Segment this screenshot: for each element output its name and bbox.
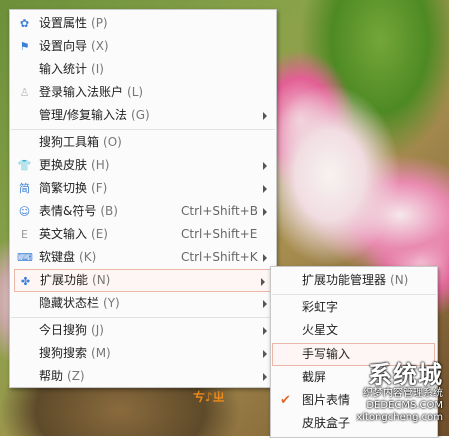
submenu-arrow-icon: [263, 162, 267, 170]
menu-divider: [11, 129, 275, 130]
ime-context-menu: ✿ 设置属性 (P) ⚑ 设置向导 (X) 输入统计 (I) ♙ 登录输入法账户 (L)…: [9, 9, 277, 388]
menu-item-settings[interactable]: ✿ 设置属性 (P): [11, 12, 275, 35]
submenu-arrow-icon: [263, 208, 267, 216]
menu-item-english-input[interactable]: E 英文输入 (E) Ctrl+Shift+E: [11, 223, 275, 246]
menu-item-emoji-symbols[interactable]: ☺ 表情&符号 (B) Ctrl+Shift+B: [11, 200, 275, 223]
submenu-arrow-icon: [263, 373, 267, 381]
decorative-sticker: ㄘ♪ㄓ: [193, 390, 225, 404]
menu-item-soft-keyboard[interactable]: ⌨ 软键盘 (K) Ctrl+Shift+K: [11, 246, 275, 269]
checkmark-icon: ✔: [280, 393, 291, 408]
menu-divider: [11, 317, 275, 318]
submenu-item-rainbow-text[interactable]: 彩虹字: [272, 296, 436, 319]
menu-item-help[interactable]: 帮助 (Z): [11, 365, 275, 388]
submenu-arrow-icon: [263, 327, 267, 335]
menu-item-input-stats[interactable]: 输入统计 (I): [11, 58, 275, 81]
menu-item-today-sogou[interactable]: 今日搜狗 (J): [11, 319, 275, 342]
english-icon: E: [21, 228, 28, 241]
submenu-arrow-icon: [263, 254, 267, 262]
user-icon: ♙: [19, 86, 30, 99]
menu-item-manage-repair[interactable]: 管理/修复输入法 (G): [11, 104, 275, 127]
menu-item-change-skin[interactable]: 👕 更换皮肤 (H): [11, 154, 275, 177]
keyboard-icon: ⌨: [17, 251, 33, 264]
menu-item-extensions[interactable]: ✤ 扩展功能 (N): [14, 269, 274, 292]
flag-icon: ⚑: [19, 40, 30, 53]
submenu-arrow-icon: [263, 300, 267, 308]
smiley-icon: ☺: [18, 205, 31, 218]
site-watermark: 系统城 织梦内容管理系统 DEDECMS.COM xitongcheng.com: [356, 361, 443, 423]
gear-icon: ✿: [19, 17, 30, 30]
submenu-item-martian-text[interactable]: 火星文: [272, 319, 436, 342]
submenu-arrow-icon: [263, 112, 267, 120]
submenu-arrow-icon: [261, 278, 265, 286]
menu-item-sogou-search[interactable]: 搜狗搜索 (M): [11, 342, 275, 365]
menu-item-setup-wizard[interactable]: ⚑ 设置向导 (X): [11, 35, 275, 58]
puzzle-icon: ✤: [20, 275, 31, 288]
menu-item-toolbox[interactable]: 搜狗工具箱 (O): [11, 131, 275, 154]
shirt-icon: 👕: [17, 159, 32, 172]
submenu-arrow-icon: [263, 350, 267, 358]
submenu-item-extension-manager[interactable]: 扩展功能管理器 (N): [272, 269, 436, 292]
menu-divider: [272, 294, 436, 295]
menu-item-simp-trad[interactable]: 简 简繁切换 (F): [11, 177, 275, 200]
jian-fan-icon: 简: [19, 182, 30, 195]
menu-item-login-account[interactable]: ♙ 登录输入法账户 (L): [11, 81, 275, 104]
submenu-arrow-icon: [263, 185, 267, 193]
menu-item-hide-statusbar[interactable]: 隐藏状态栏 (Y): [11, 292, 275, 315]
